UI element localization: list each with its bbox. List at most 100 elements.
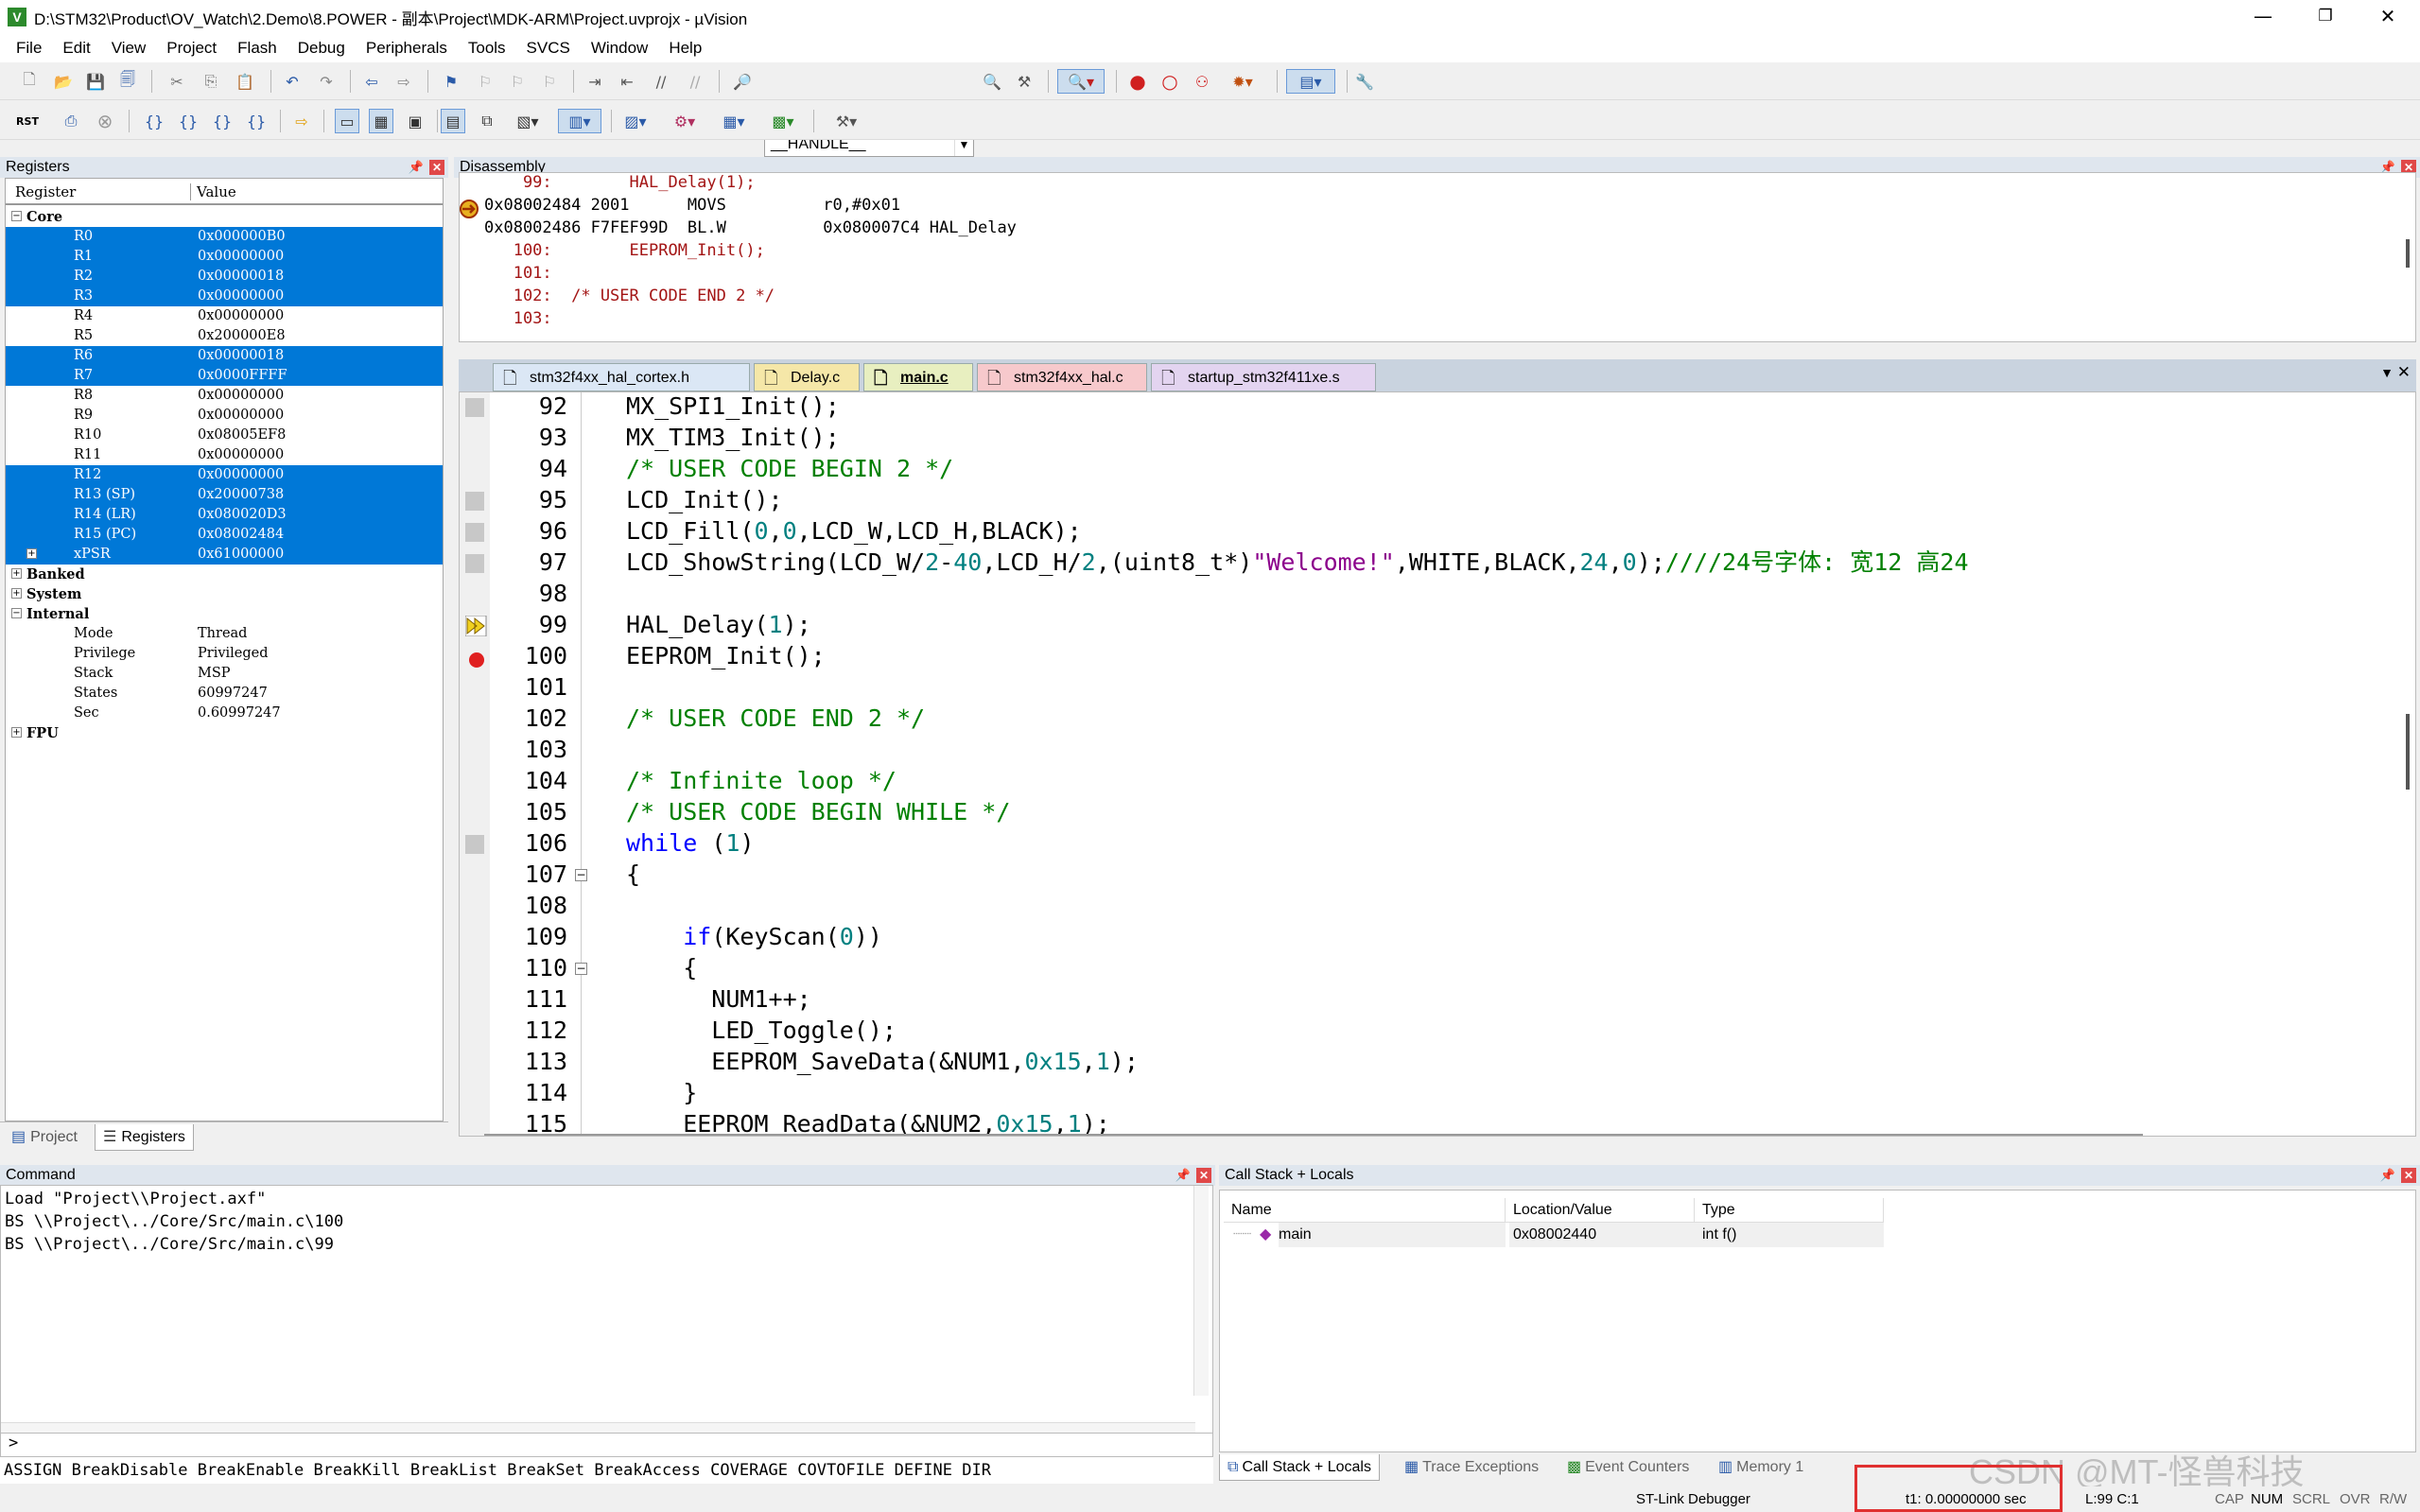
new-file-icon[interactable]: 🗋	[17, 69, 42, 94]
code-line[interactable]: if(KeyScan(0))	[626, 921, 882, 952]
code-line[interactable]: NUM1++;	[626, 983, 810, 1015]
cut-icon[interactable]: ✂	[165, 69, 189, 94]
show-next-statement-icon[interactable]: ⇨	[289, 109, 314, 133]
open-folder-icon[interactable]: 📂	[51, 69, 76, 94]
step-out-icon[interactable]: {}	[210, 109, 235, 133]
expand-toggle-icon[interactable]: +	[11, 727, 22, 738]
register-row[interactable]: Privilege Privileged	[6, 644, 443, 664]
kill-all-breakpoints-icon[interactable]: ✹▾	[1222, 69, 1263, 94]
uncomment-icon[interactable]: //	[683, 69, 707, 94]
register-row[interactable]: R15 (PC) 0x08002484	[6, 525, 443, 545]
register-group[interactable]: − Internal	[6, 604, 443, 624]
reset-icon[interactable]: RST	[15, 109, 40, 133]
undo-icon[interactable]: ↶	[280, 69, 305, 94]
run-to-cursor-icon[interactable]: {}	[244, 109, 269, 133]
code-line[interactable]: }	[626, 1077, 697, 1108]
register-row[interactable]: R13 (SP) 0x20000738	[6, 485, 443, 505]
editor-tab[interactable]: 🗋 Delay.c	[754, 363, 860, 391]
fold-toggle-icon[interactable]: −	[575, 869, 587, 881]
code-line[interactable]: {	[626, 859, 640, 890]
close-button[interactable]: ✕	[2357, 0, 2419, 34]
register-group[interactable]: − Core	[6, 207, 443, 227]
bookmark-clear-icon[interactable]: ⚐	[537, 69, 562, 94]
executable-line-marker[interactable]	[465, 398, 484, 417]
breakpoint-gutter[interactable]	[460, 392, 490, 1136]
code-line[interactable]: LCD_Init();	[626, 484, 783, 515]
navigate-back-icon[interactable]: ⇦	[359, 69, 384, 94]
command-window-icon[interactable]: ▭	[335, 109, 359, 133]
find-in-files-icon[interactable]: 🔎	[730, 69, 755, 94]
insert-breakpoint-icon[interactable]: ●	[1125, 69, 1150, 94]
register-row[interactable]: R4 0x00000000	[6, 306, 443, 326]
run-icon[interactable]: ⎙	[59, 109, 83, 133]
editor-vscrollbar[interactable]	[2406, 714, 2410, 790]
expand-toggle-icon[interactable]: +	[26, 548, 37, 559]
menu-flash[interactable]: Flash	[227, 39, 287, 58]
serial-window-icon[interactable]: ▨▾	[617, 109, 654, 133]
trace-window-icon[interactable]: ▦▾	[715, 109, 753, 133]
code-line[interactable]: MX_SPI1_Init();	[626, 392, 840, 422]
disassembly-line[interactable]: 103:	[484, 307, 552, 330]
debug-session-icon[interactable]: 🔍▾	[1057, 69, 1105, 94]
code-line[interactable]: /* USER CODE BEGIN 2 */	[626, 453, 953, 484]
register-group[interactable]: + System	[6, 584, 443, 604]
expand-toggle-icon[interactable]: +	[11, 588, 22, 599]
menu-svcs[interactable]: SVCS	[516, 39, 581, 58]
menu-file[interactable]: File	[6, 39, 52, 58]
registers-window-icon[interactable]: ▤	[441, 109, 465, 133]
symbols-window-icon[interactable]: ▣	[403, 109, 427, 133]
copy-icon[interactable]: ⎘	[199, 69, 223, 94]
menu-edit[interactable]: Edit	[52, 39, 100, 58]
register-row[interactable]: R10 0x08005EF8	[6, 426, 443, 445]
register-row[interactable]: Stack MSP	[6, 664, 443, 684]
register-row[interactable]: States 60997247	[6, 684, 443, 704]
editor-tab[interactable]: 🗋 stm32f4xx_hal.c	[977, 363, 1147, 391]
register-row[interactable]: R8 0x00000000	[6, 386, 443, 406]
code-line[interactable]: /* Infinite loop */	[626, 765, 897, 796]
save-icon[interactable]: 💾	[83, 69, 108, 94]
menu-help[interactable]: Help	[658, 39, 712, 58]
register-group[interactable]: + FPU	[6, 723, 443, 743]
command-output[interactable]: Load "Project\\Project.axf" BS \\Project\…	[0, 1185, 1213, 1440]
paste-icon[interactable]: 📋	[233, 69, 257, 94]
disassembly-line[interactable]: 0x08002484 2001 MOVS r0,#0x01	[484, 194, 900, 217]
save-all-icon[interactable]: 🗐	[115, 69, 140, 94]
close-pane-icon[interactable]: ✕	[429, 160, 444, 175]
close-pane-icon[interactable]: ✕	[1196, 1168, 1211, 1183]
code-line[interactable]: while (1)	[626, 827, 755, 859]
menu-tools[interactable]: Tools	[458, 39, 516, 58]
pin-icon[interactable]: 📌	[409, 157, 424, 178]
toolbox-icon[interactable]: ⚒▾	[825, 109, 868, 133]
call-stack-window-icon[interactable]: ⧉	[475, 109, 499, 133]
tab-registers[interactable]: ☰ Registers	[95, 1124, 194, 1151]
code-line[interactable]: MX_TIM3_Init();	[626, 422, 840, 453]
code-line[interactable]: EEPROM_Init();	[626, 640, 826, 671]
code-line[interactable]: {	[626, 952, 697, 983]
bookmark-insert-icon[interactable]: ⚑	[439, 69, 463, 94]
register-row[interactable]: R0 0x000000B0	[6, 227, 443, 247]
register-row[interactable]: Mode Thread	[6, 624, 443, 644]
memory-window-icon[interactable]: ▥▾	[558, 109, 601, 133]
editor-tab[interactable]: 🗋 main.c	[863, 363, 973, 391]
find-icon[interactable]: 🔍	[980, 69, 1004, 94]
editor-hscrollbar[interactable]	[484, 1134, 2143, 1136]
tab-trace-exceptions[interactable]: ▦ Trace Exceptions	[1397, 1454, 1546, 1481]
configure-icon[interactable]: 🔧	[1352, 69, 1377, 94]
indent-icon[interactable]: ⇥	[583, 69, 607, 94]
bookmark-prev-icon[interactable]: ⚐	[473, 69, 497, 94]
register-group[interactable]: + Banked	[6, 565, 443, 584]
code-line[interactable]: /* USER CODE END 2 */	[626, 703, 925, 734]
menu-debug[interactable]: Debug	[287, 39, 356, 58]
executable-line-marker[interactable]	[465, 835, 484, 854]
system-viewer-icon[interactable]: ▩▾	[764, 109, 802, 133]
disassembly-window-icon[interactable]: ▦	[369, 109, 393, 133]
step-over-icon[interactable]: {}	[176, 109, 200, 133]
register-column-header[interactable]: Register	[15, 183, 76, 200]
comment-icon[interactable]: //	[649, 69, 673, 94]
bookmark-next-icon[interactable]: ⚐	[505, 69, 530, 94]
code-line[interactable]: LED_Toggle();	[626, 1015, 897, 1046]
executable-line-marker[interactable]	[465, 492, 484, 511]
disassembly-view[interactable]: 99: HAL_Delay(1); 0x08002484 2001 MOVS r0…	[459, 172, 2416, 342]
register-row[interactable]: R14 (LR) 0x080020D3	[6, 505, 443, 525]
name-column-header[interactable]: Name	[1224, 1198, 1506, 1223]
